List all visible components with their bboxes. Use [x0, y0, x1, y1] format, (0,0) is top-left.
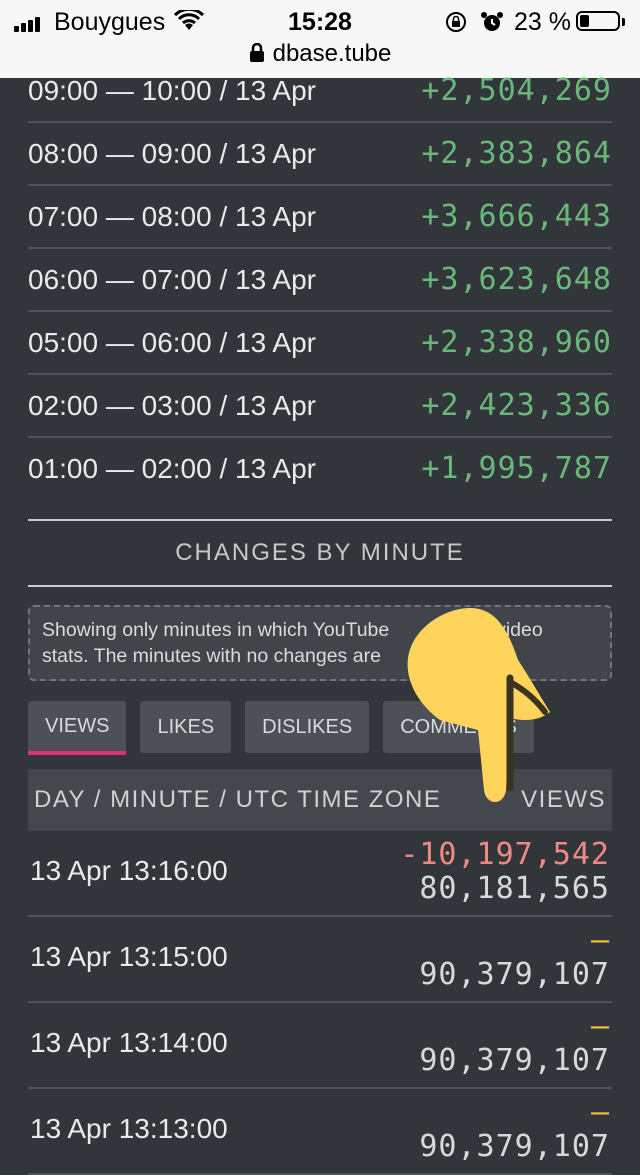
- minute-timestamp: 13 Apr 13:14:00: [30, 1027, 228, 1058]
- hour-range: 07:00 — 08:00 / 13 Apr: [28, 200, 316, 232]
- notice-line-2: stats. The minutes with no changes are: [42, 645, 381, 667]
- column-header-time: DAY / MINUTE / UTC TIME ZONE: [34, 786, 442, 813]
- views-change: —: [590, 1095, 610, 1130]
- views-total: 90,379,107: [419, 1129, 610, 1164]
- minute-timestamp: 13 Apr 13:16:00: [30, 855, 228, 886]
- hour-range: 05:00 — 06:00 / 13 Apr: [28, 326, 316, 358]
- hour-range: 06:00 — 07:00 / 13 Apr: [28, 263, 316, 295]
- hour-range: 01:00 — 02:00 / 13 Apr: [28, 452, 316, 484]
- views-delta: +2,383,864: [421, 136, 612, 171]
- hour-range: 09:00 — 10:00 / 13 Apr: [28, 74, 316, 106]
- battery-icon: [576, 11, 620, 31]
- table-row: 13 Apr 13:16:00 -10,197,542 80,181,565: [28, 831, 612, 917]
- tab-views[interactable]: VIEWS: [28, 701, 127, 755]
- table-row: 13 Apr 13:15:00 —90,379,107: [28, 917, 612, 1003]
- alarm-icon: [480, 10, 504, 39]
- views-delta: +2,338,960: [421, 325, 612, 360]
- hourly-row: 02:00 — 03:00 / 13 Apr +2,423,336: [28, 375, 612, 438]
- notice-line-1: Showing only minutes in which YouTube: [42, 619, 390, 641]
- hourly-row: 09:00 — 10:00 / 13 Apr +2,504,269: [28, 60, 612, 123]
- minute-timestamp: 13 Apr 13:15:00: [30, 941, 228, 972]
- battery-percent: 23 %: [514, 8, 571, 36]
- views-total: 90,379,107: [419, 1043, 610, 1078]
- views-delta: +2,423,336: [421, 388, 612, 423]
- views-delta: +3,666,443: [421, 199, 612, 234]
- tab-dislikes[interactable]: DISLIKES: [245, 701, 370, 753]
- hourly-row: 05:00 — 06:00 / 13 Apr +2,338,960: [28, 312, 612, 375]
- table-row: 13 Apr 13:13:00 —90,379,107: [28, 1089, 612, 1175]
- hourly-row: 07:00 — 08:00 / 13 Apr +3,666,443: [28, 186, 612, 249]
- hourly-changes-list: 09:00 — 10:00 / 13 Apr +2,504,269 08:00 — …: [28, 60, 612, 499]
- views-total: 90,379,107: [419, 957, 610, 992]
- views-delta: +1,995,787: [421, 451, 612, 486]
- minute-timestamp: 13 Apr 13:13:00: [30, 1113, 228, 1144]
- hourly-row: 08:00 — 09:00 / 13 Apr +2,383,864: [28, 123, 612, 186]
- minute-changes-list: 13 Apr 13:16:00 -10,197,542 80,181,565 13 A…: [28, 831, 612, 1175]
- hourly-row: 01:00 — 02:00 / 13 Apr +1,995,787: [28, 438, 612, 499]
- views-delta: +3,623,648: [421, 262, 612, 297]
- hourly-row: 06:00 — 07:00 / 13 Apr +3,623,648: [28, 249, 612, 312]
- hour-range: 02:00 — 03:00 / 13 Apr: [28, 389, 316, 421]
- hour-range: 08:00 — 09:00 / 13 Apr: [28, 137, 316, 169]
- section-title: CHANGES BY MINUTE: [28, 519, 612, 587]
- views-change: —: [590, 1009, 610, 1044]
- views-change: —: [590, 923, 610, 958]
- table-row: 13 Apr 13:14:00 —90,379,107: [28, 1003, 612, 1089]
- rotation-lock-icon: [444, 10, 468, 39]
- views-change: -10,197,542: [400, 837, 610, 872]
- pointing-down-hand-icon: [407, 608, 550, 802]
- views-total: 80,181,565: [419, 871, 610, 906]
- tab-likes[interactable]: LIKES: [140, 701, 232, 753]
- views-delta: +2,504,269: [421, 73, 612, 108]
